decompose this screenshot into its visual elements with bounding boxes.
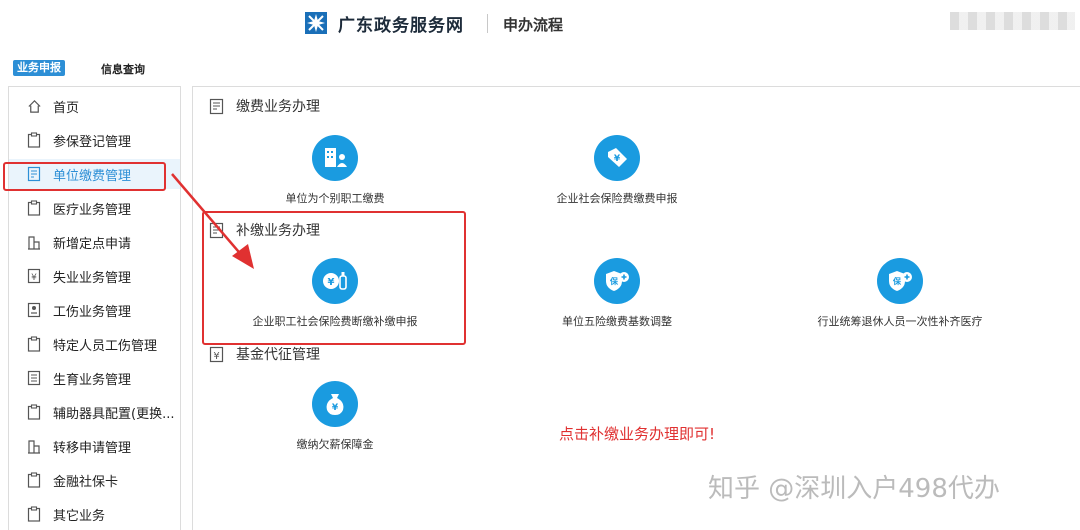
- tab-business-apply[interactable]: 业务申报: [13, 60, 65, 76]
- clipboard-icon: [26, 336, 42, 352]
- shield-plus-icon: 保: [594, 258, 640, 304]
- clipboard-icon: [26, 404, 42, 420]
- sidebar-item-work-injury[interactable]: 工伤业务管理: [9, 295, 180, 325]
- clipboard-icon: [26, 200, 42, 216]
- sidebar-item-label: 参保登记管理: [53, 134, 132, 150]
- svg-text:¥: ¥: [31, 273, 37, 283]
- site-brand[interactable]: 广东政务服务网: [338, 11, 464, 36]
- service-base-adjustment[interactable]: 保 单位五险缴费基数调整: [497, 258, 737, 329]
- header-divider: [487, 14, 488, 33]
- section-title-fund: ¥ 基金代征管理: [209, 344, 320, 364]
- sidebar: 首页 参保登记管理 单位缴费管理 医疗业务管理 新增定点申请 ¥ 失业业务管理 …: [8, 86, 181, 530]
- service-label: 缴纳欠薪保障金: [296, 438, 374, 451]
- sidebar-item-label: 转移申请管理: [53, 440, 132, 456]
- svg-text:¥: ¥: [332, 403, 339, 413]
- sidebar-item-special-injury[interactable]: 特定人员工伤管理: [9, 329, 180, 359]
- sidebar-item-label: 首页: [53, 100, 80, 116]
- sidebar-item-label: 金融社保卡: [53, 474, 119, 490]
- id-card-icon: [26, 302, 42, 318]
- service-enterprise-declaration[interactable]: ¥ 企业社会保险费缴费申报: [497, 135, 737, 206]
- doc-icon: [26, 370, 42, 386]
- sidebar-item-other[interactable]: 其它业务: [9, 499, 180, 529]
- yen-icon: ¥: [209, 346, 225, 362]
- top-bar: 广东政务服务网 申办流程: [0, 0, 1080, 47]
- tab-bar: [0, 46, 1080, 86]
- yen-tag-icon: ¥: [594, 135, 640, 181]
- sidebar-item-medical[interactable]: 医疗业务管理: [9, 193, 180, 223]
- sidebar-item-label: 辅助器具配置(更换...: [53, 406, 175, 422]
- shield-plus-icon: 保: [877, 258, 923, 304]
- sidebar-item-home[interactable]: 首页: [9, 91, 180, 121]
- sidebar-item-social-card[interactable]: 金融社保卡: [9, 465, 180, 495]
- tab-info-query[interactable]: 信息查询: [101, 61, 145, 77]
- sidebar-item-new-designated-point[interactable]: 新增定点申请: [9, 227, 180, 257]
- section-title-payment: 缴费业务办理: [209, 96, 320, 116]
- sidebar-item-label: 其它业务: [53, 508, 106, 524]
- home-icon: [26, 98, 42, 114]
- svg-text:保: 保: [609, 276, 619, 286]
- sidebar-item-label: 医疗业务管理: [53, 202, 132, 218]
- watermark: 知乎 @深圳入户498代办: [708, 474, 1000, 504]
- sidebar-item-insurance-registration[interactable]: 参保登记管理: [9, 125, 180, 155]
- svg-text:¥: ¥: [614, 154, 621, 164]
- gov-logo-icon: [305, 12, 327, 34]
- yen-doc-icon: ¥: [26, 268, 42, 284]
- sidebar-item-label: 新增定点申请: [53, 236, 132, 252]
- service-label: 企业社会保险费缴费申报: [556, 192, 678, 205]
- sidebar-item-label: 失业业务管理: [53, 270, 132, 286]
- annotation-note: 点击补缴业务办理即可!: [559, 425, 716, 443]
- service-label: 单位五险缴费基数调整: [562, 315, 672, 328]
- building-icon: [26, 438, 42, 454]
- service-wage-guarantee[interactable]: ¥ 缴纳欠薪保障金: [215, 381, 455, 452]
- service-retiree-medical[interactable]: 保 行业统筹退休人员一次性补齐医疗: [780, 258, 1020, 329]
- building-icon: [26, 234, 42, 250]
- user-info-blurred[interactable]: [950, 12, 1075, 30]
- sidebar-highlight-box: [3, 162, 166, 191]
- service-label: 行业统筹退休人员一次性补齐医疗: [817, 315, 983, 328]
- clipboard-icon: [26, 472, 42, 488]
- red-arrow-icon: [171, 173, 254, 269]
- svg-text:保: 保: [892, 276, 902, 286]
- sidebar-item-label: 工伤业务管理: [53, 304, 132, 320]
- money-bag-icon: ¥: [312, 381, 358, 427]
- form-icon: [209, 98, 225, 114]
- sidebar-item-unemployment[interactable]: ¥ 失业业务管理: [9, 261, 180, 291]
- sidebar-item-label: 生育业务管理: [53, 372, 132, 388]
- building-person-icon: [312, 135, 358, 181]
- svg-text:¥: ¥: [213, 351, 219, 362]
- page-subtitle: 申办流程: [503, 16, 564, 34]
- sidebar-item-label: 特定人员工伤管理: [53, 338, 158, 354]
- clipboard-icon: [26, 132, 42, 148]
- sidebar-item-maternity[interactable]: 生育业务管理: [9, 363, 180, 393]
- sidebar-item-assistive-devices[interactable]: 辅助器具配置(更换...: [9, 397, 180, 427]
- clipboard-icon: [26, 506, 42, 522]
- sidebar-item-transfer[interactable]: 转移申请管理: [9, 431, 180, 461]
